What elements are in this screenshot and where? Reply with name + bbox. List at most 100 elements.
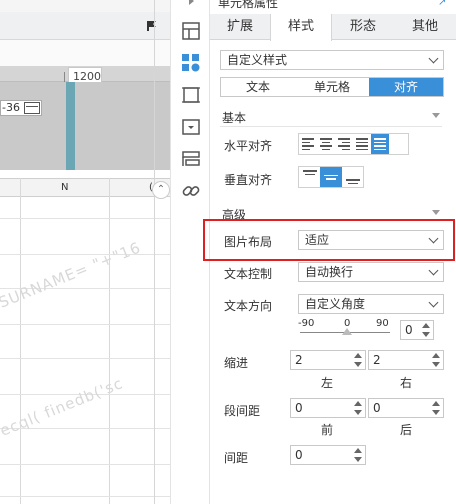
expand-icon[interactable]: ↗ <box>438 0 448 8</box>
indent-left-input[interactable]: 2 <box>290 350 366 370</box>
grid-line <box>0 218 170 219</box>
chevron-down-icon <box>428 53 439 64</box>
hyperlink-icon[interactable] <box>180 180 202 202</box>
align-left-icon[interactable] <box>299 134 317 154</box>
collapse-advanced-icon[interactable] <box>432 210 440 215</box>
para-before-value: 0 <box>295 401 303 415</box>
angle-slider[interactable]: -90 0 90 <box>298 318 394 340</box>
tab-style[interactable]: 样式 <box>270 14 332 41</box>
h-align-group <box>298 133 409 155</box>
valign-middle-icon[interactable] <box>320 167 342 187</box>
h-align-label: 水平对齐 <box>224 139 273 153</box>
subtab-cell[interactable]: 单元格 <box>295 78 369 96</box>
indent-label: 缩进 <box>224 356 249 370</box>
text-direction-value: 自定义角度 <box>305 297 366 311</box>
date-field[interactable]: -36 <box>0 100 42 116</box>
para-after-caption: 后 <box>400 423 413 437</box>
grid-line <box>0 496 170 497</box>
spinner-icon[interactable] <box>421 322 431 338</box>
indent-right-input[interactable]: 2 <box>368 350 444 370</box>
align-right-icon[interactable] <box>335 134 353 154</box>
section-divider <box>220 126 442 127</box>
line-spacing-input[interactable]: 0 <box>290 445 366 465</box>
canvas-toolbar <box>0 12 170 40</box>
collapse-basic-icon[interactable] <box>432 113 440 118</box>
spinner-icon[interactable] <box>431 352 441 368</box>
style-select-value: 自定义样式 <box>227 53 288 67</box>
flag-icon[interactable] <box>146 20 158 32</box>
text-direction-select[interactable]: 自定义角度 <box>298 294 444 314</box>
align-center-icon[interactable] <box>317 134 335 154</box>
para-before-caption: 前 <box>321 423 334 437</box>
ruler-tick <box>64 72 65 82</box>
widget-settings-icon[interactable] <box>180 52 202 74</box>
slider-thumb[interactable] <box>342 328 352 335</box>
horizontal-ruler: 1200 <box>0 66 170 87</box>
dropdown-widget-icon[interactable] <box>180 116 202 138</box>
para-before-input[interactable]: 0 <box>290 398 366 418</box>
column-header-row: N ( <box>0 178 170 197</box>
indent-right-caption: 右 <box>400 376 413 390</box>
section-basic: 基本 <box>222 111 247 125</box>
style-sub-tabs: 文本 单元格 对齐 <box>220 77 444 97</box>
indent-left-value: 2 <box>295 353 303 367</box>
text-control-select[interactable]: 自动换行 <box>298 262 444 282</box>
cell-property-icon[interactable] <box>180 20 202 42</box>
subtab-text[interactable]: 文本 <box>221 78 295 96</box>
style-select[interactable]: 自定义样式 <box>220 50 444 70</box>
spinner-icon[interactable] <box>431 400 441 416</box>
canvas-gap <box>0 40 170 66</box>
top-strip <box>0 0 170 12</box>
valign-top-icon[interactable] <box>299 167 320 187</box>
v-align-label: 垂直对齐 <box>224 173 273 187</box>
tab-form[interactable]: 形态 <box>332 14 394 40</box>
tab-expand[interactable]: 扩展 <box>210 14 270 40</box>
para-after-value: 0 <box>373 401 381 415</box>
indent-right-value: 2 <box>373 353 381 367</box>
angle-min-label: -90 <box>298 318 315 329</box>
grid-line <box>109 178 110 504</box>
para-after-input[interactable]: 0 <box>368 398 444 418</box>
grid-line <box>0 254 170 255</box>
align-distributed-icon[interactable] <box>371 134 389 154</box>
line-spacing-value: 0 <box>295 448 303 462</box>
app-root: 1200 -36 N ( SURNAME= "+"16 ecql(finedb… <box>0 0 456 504</box>
angle-input[interactable]: 0 <box>400 320 434 340</box>
date-text: -36 <box>2 101 20 114</box>
watermark-text: ecql( finedb('sc <box>0 374 126 440</box>
calendar-icon[interactable] <box>24 102 40 114</box>
layer-icon[interactable] <box>180 148 202 170</box>
chevron-down-icon <box>428 265 439 276</box>
panel-title: 单元格属性 <box>218 0 279 10</box>
grid-line <box>0 464 170 465</box>
canvas-divider <box>154 0 155 504</box>
text-control-value: 自动换行 <box>305 265 354 279</box>
paragraph-spacing-label: 段间距 <box>224 404 261 418</box>
text-direction-label: 文本方向 <box>224 299 273 313</box>
angle-max-label: 90 <box>376 318 389 329</box>
align-justify-icon[interactable] <box>353 134 371 154</box>
spinner-icon[interactable] <box>353 352 363 368</box>
collapse-button[interactable]: ⌃ <box>152 181 170 199</box>
spinner-icon[interactable] <box>353 400 363 416</box>
indent-left-caption: 左 <box>321 376 334 390</box>
grid-line <box>20 178 21 504</box>
subtab-align[interactable]: 对齐 <box>369 78 443 96</box>
column-header-n[interactable]: N <box>61 182 68 193</box>
ruler-band <box>0 82 170 170</box>
valign-bottom-icon[interactable] <box>342 167 363 187</box>
spreadsheet-grid[interactable]: N ( SURNAME= "+"16 ecql( finedb('sc <box>0 178 170 504</box>
grid-line <box>0 324 170 325</box>
property-tabs: 扩展 样式 形态 其他 <box>210 14 456 41</box>
design-canvas: 1200 -36 N ( SURNAME= "+"16 ecql(finedb… <box>0 0 170 504</box>
text-control-label: 文本控制 <box>224 267 273 281</box>
highlight-box <box>203 219 455 261</box>
chevron-down-icon <box>428 297 439 308</box>
page-marker[interactable] <box>66 82 75 170</box>
angle-value: 0 <box>405 323 413 337</box>
frame-icon[interactable] <box>180 84 202 106</box>
arrow-icon[interactable] <box>180 0 202 16</box>
tab-other[interactable]: 其他 <box>394 14 456 40</box>
v-align-group <box>298 166 364 188</box>
spinner-icon[interactable] <box>353 447 363 463</box>
